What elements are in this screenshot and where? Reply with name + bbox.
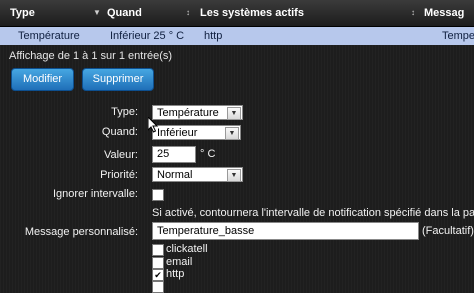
value-label: Valeur: [103,149,138,161]
table-info: Affichage de 1 à 1 sur 1 entrée(s) [9,50,173,62]
optional-hint: (Facultatif) [422,225,474,237]
table-row[interactable]: Température Inférieur 25 ° C http Tempe [0,27,474,45]
column-header-type[interactable]: Type [10,7,35,19]
cell-when: Inférieur 25 ° C [110,30,185,42]
value-unit: ° C [200,148,216,160]
type-select-value: Température [157,107,219,119]
ignore-interval-label: Ignorer intervalle: [53,188,138,200]
cell-message: Tempe [442,30,474,42]
delete-button[interactable]: Supprimer [82,68,154,91]
chevron-down-icon: ▼ [227,169,241,182]
mouse-cursor-icon [148,117,159,133]
priority-select-value: Normal [157,169,193,181]
email-label: email [166,256,193,268]
checkmark-icon: ✔ [154,270,162,280]
custom-message-label: Message personnalisé: [24,226,138,238]
cell-active-systems: http [204,30,223,42]
custom-message-input[interactable]: Temperature_basse [152,222,419,240]
table-header: Type ▼ Quand ↕ Les systèmes actifs ↕ Mes… [0,0,474,27]
modify-button[interactable]: Modifier [11,68,74,91]
priority-label: Priorité: [100,169,138,181]
priority-select[interactable]: Normal ▼ [152,167,243,182]
column-header-message[interactable]: Messag [424,7,464,19]
sort-updown-icon[interactable]: ↕ [186,8,190,17]
value-input[interactable]: 25 [152,146,196,163]
http-checkbox[interactable]: ✔ [152,269,164,281]
email-checkbox[interactable] [152,257,164,269]
cell-type: Température [18,30,80,42]
http-label: http [166,268,185,280]
when-select[interactable]: Inférieur ▼ [152,125,241,140]
type-select[interactable]: Température ▼ [152,105,243,120]
type-label: Type: [111,106,138,118]
ignore-interval-help: Si activé, contournera l'intervalle de n… [152,207,474,219]
chevron-down-icon: ▼ [227,107,241,120]
ignore-interval-checkbox[interactable] [152,189,164,201]
sort-updown-icon[interactable]: ↕ [411,8,415,17]
channel-checkbox[interactable] [152,281,164,293]
column-header-active-systems[interactable]: Les systèmes actifs [200,7,304,19]
clickatell-checkbox[interactable] [152,244,164,256]
when-select-value: Inférieur [157,127,198,139]
sort-down-icon[interactable]: ▼ [93,8,101,17]
column-header-when[interactable]: Quand [107,7,142,19]
chevron-down-icon: ▼ [225,127,239,140]
when-label: Quand: [101,126,138,138]
clickatell-label: clickatell [166,243,208,255]
